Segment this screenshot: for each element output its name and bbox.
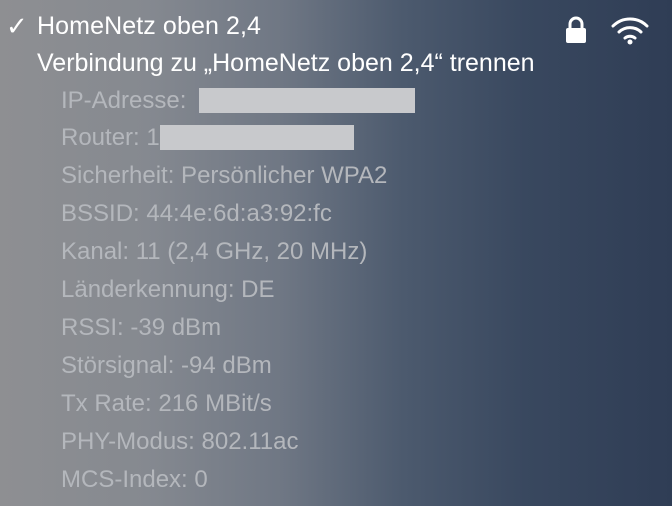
checkmark-icon: ✓ (6, 11, 28, 41)
lock-icon (566, 16, 586, 43)
country-code-row: Länderkennung: DE (61, 276, 275, 303)
mcs-index-row: MCS-Index: 0 (61, 466, 208, 493)
disconnect-label: Verbindung zu „HomeNetz oben 2,4“ trenne… (37, 49, 535, 77)
redacted-router-address (159, 125, 354, 150)
router-label: Router: 1 (61, 124, 160, 151)
wifi-network-menu: ✓ HomeNetz oben 2,4 Verbindung zu „HomeN… (0, 0, 672, 506)
tx-rate-row: Tx Rate: 216 MBit/s (61, 390, 272, 417)
router-row: Router: 1 (61, 121, 354, 155)
network-name: HomeNetz oben 2,4 (37, 12, 262, 40)
rssi-row: RSSI: -39 dBm (61, 314, 222, 341)
ip-address-row: IP-Adresse: (61, 84, 416, 118)
bssid-row: BSSID: 44:4e:6d:a3:92:fc (61, 200, 332, 227)
channel-row: Kanal: 11 (2,4 GHz, 20 MHz) (61, 238, 368, 265)
disconnect-menu-item[interactable]: Verbindung zu „HomeNetz oben 2,4“ trenne… (0, 44, 672, 82)
wifi-icon (611, 17, 649, 45)
ip-address-label: IP-Adresse: (61, 87, 187, 114)
security-row: Sicherheit: Persönlicher WPA2 (61, 162, 388, 189)
redacted-ip-address (199, 88, 416, 113)
noise-row: Störsignal: -94 dBm (61, 352, 272, 379)
network-item[interactable]: ✓ HomeNetz oben 2,4 (0, 6, 672, 46)
phy-mode-row: PHY-Modus: 802.11ac (61, 428, 299, 455)
